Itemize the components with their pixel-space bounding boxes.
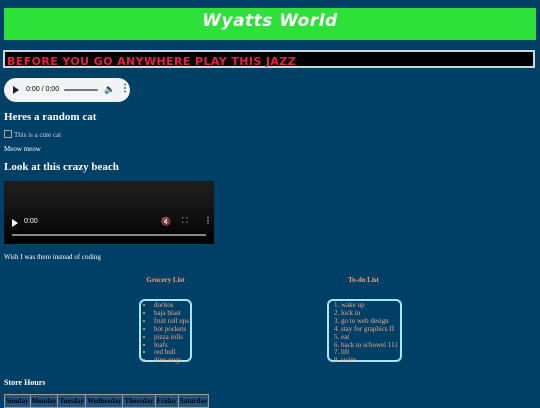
audio-time: 0:00 / 0:00 (26, 86, 60, 93)
day-header-wednesday: Wednesday (85, 394, 124, 408)
day-header-saturday: Saturday (177, 394, 210, 408)
beach-heading: Look at this crazy beach (4, 161, 119, 173)
audio-progress-bar[interactable] (64, 89, 98, 91)
play-icon[interactable] (13, 86, 19, 94)
site-header: Wyatts World (4, 8, 536, 40)
broken-image-icon (4, 130, 12, 138)
grocery-list: doritosbaja blastfruit roll upshot pocke… (139, 299, 192, 365)
more-options-icon[interactable]: ⋮ (120, 83, 130, 94)
jazz-banner-text: BEFORE YOU GO ANYWHERE PLAY THIS JAZZ (7, 55, 297, 68)
cat-image-alt: This is a cute cat (14, 131, 62, 139)
day-header-thursday: Thursday (122, 394, 156, 408)
fullscreen-icon[interactable]: ⛶ (182, 216, 188, 226)
beach-video[interactable]: 0:00 🔇 ⛶ ⋮ (4, 181, 214, 244)
video-mute-icon[interactable]: 🔇 (161, 217, 171, 226)
jazz-banner: BEFORE YOU GO ANYWHERE PLAY THIS JAZZ (3, 50, 535, 68)
day-header-monday: Monday (29, 394, 59, 408)
todo-list-title: To-do List (348, 276, 379, 284)
cat-heading: Heres a random cat (4, 111, 97, 123)
cat-image: This is a cute cat (4, 130, 61, 139)
video-play-icon[interactable] (12, 219, 18, 227)
todo-list-item: swim (341, 356, 400, 365)
store-hours-heading: Store Hours (4, 378, 46, 387)
store-hours-table: Sunday Monday Tuesday Wednesday Thursday Frid… (4, 394, 210, 408)
beach-caption: Wish I was there instead of coding (4, 253, 101, 261)
day-header-friday: Friday (154, 394, 179, 408)
grocery-list-item: dino nugs (154, 356, 190, 365)
todo-list: wake uplock ingo to web designstay for g… (327, 299, 402, 365)
day-header-tuesday: Tuesday (57, 394, 87, 408)
volume-icon[interactable]: 🔈 (104, 84, 115, 95)
video-progress-bar[interactable] (12, 234, 206, 236)
todo-list-item: back to schowel 111 (341, 341, 400, 350)
video-time: 0:00 (24, 218, 38, 225)
day-header-sunday: Sunday (4, 394, 31, 408)
cat-caption: Meow meow (4, 145, 41, 153)
todo-list-item: stay for graphics II (341, 325, 400, 334)
video-more-icon[interactable]: ⋮ (204, 216, 212, 225)
audio-player[interactable]: 0:00 / 0:00 🔈 ⋮ (4, 78, 130, 102)
grocery-list-title: Grocery List (146, 276, 185, 284)
site-title: Wyatts World (202, 11, 338, 31)
